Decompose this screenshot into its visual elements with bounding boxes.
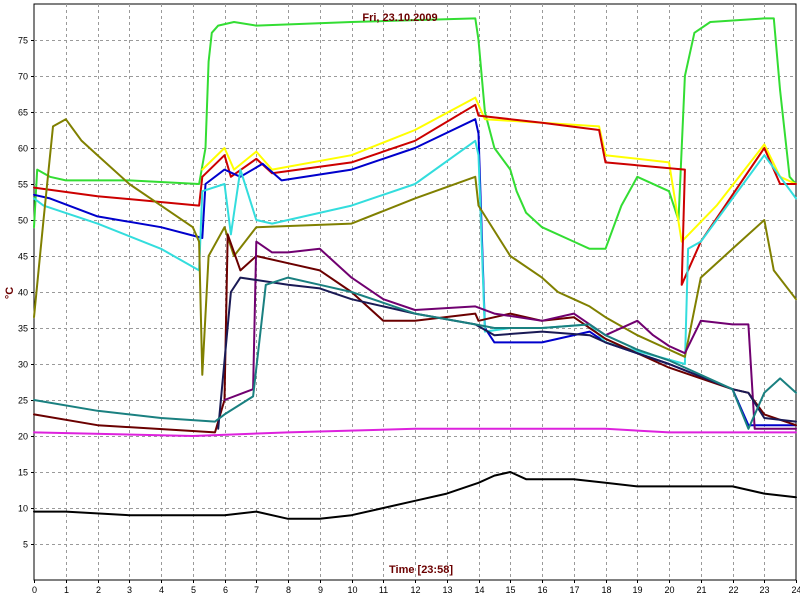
x-tick-label: 14	[474, 585, 484, 595]
x-tick-label: 18	[601, 585, 611, 595]
x-tick-label: 0	[32, 585, 37, 595]
x-tick-label: 8	[286, 585, 291, 595]
x-tick-label: 17	[569, 585, 579, 595]
y-tick-label: 65	[18, 108, 28, 118]
y-tick-label: 50	[18, 216, 28, 226]
y-tick-label: 15	[18, 468, 28, 478]
y-tick-label: 55	[18, 180, 28, 190]
y-tick-label: 25	[18, 396, 28, 406]
x-tick-label: 3	[127, 585, 132, 595]
y-tick-label: 45	[18, 252, 28, 262]
x-tick-label: 6	[223, 585, 228, 595]
x-tick-label: 19	[632, 585, 642, 595]
y-tick-label: 60	[18, 144, 28, 154]
x-axis-title: Time [23:58]	[389, 564, 453, 576]
y-tick-label: 5	[23, 540, 28, 550]
y-tick-label: 40	[18, 288, 28, 298]
x-tick-label: 13	[442, 585, 452, 595]
y-tick-label: 35	[18, 324, 28, 334]
y-tick-label: 70	[18, 72, 28, 82]
x-tick-label: 5	[191, 585, 196, 595]
y-tick-label: 20	[18, 432, 28, 442]
x-tick-label: 23	[759, 585, 769, 595]
y-tick-label: 30	[18, 360, 28, 370]
x-tick-label: 21	[696, 585, 706, 595]
y-axis-title: °C	[4, 287, 16, 299]
x-tick-label: 12	[410, 585, 420, 595]
y-tick-label: 75	[18, 36, 28, 46]
x-tick-label: 7	[254, 585, 259, 595]
x-tick-label: 10	[347, 585, 357, 595]
chart-title: Fri, 23.10.2009	[362, 12, 437, 24]
x-tick-label: 22	[728, 585, 738, 595]
grid	[31, 3, 797, 583]
x-tick-label: 11	[379, 585, 388, 595]
x-tick-label: 9	[318, 585, 323, 595]
x-tick-label: 2	[96, 585, 101, 595]
temperature-chart: 0 1 2 3 4 5 6 7 8 9 10 11 12 13 14 15 16 17 18 19 20 21 22 23 24…	[4, 3, 800, 595]
x-tick-label: 16	[537, 585, 547, 595]
x-tick-label: 24	[791, 585, 800, 595]
y-tick-label: 10	[18, 504, 28, 514]
x-tick-label: 1	[64, 585, 69, 595]
x-tick-label: 4	[159, 585, 164, 595]
x-tick-label: 15	[505, 585, 515, 595]
x-tick-label: 20	[664, 585, 674, 595]
